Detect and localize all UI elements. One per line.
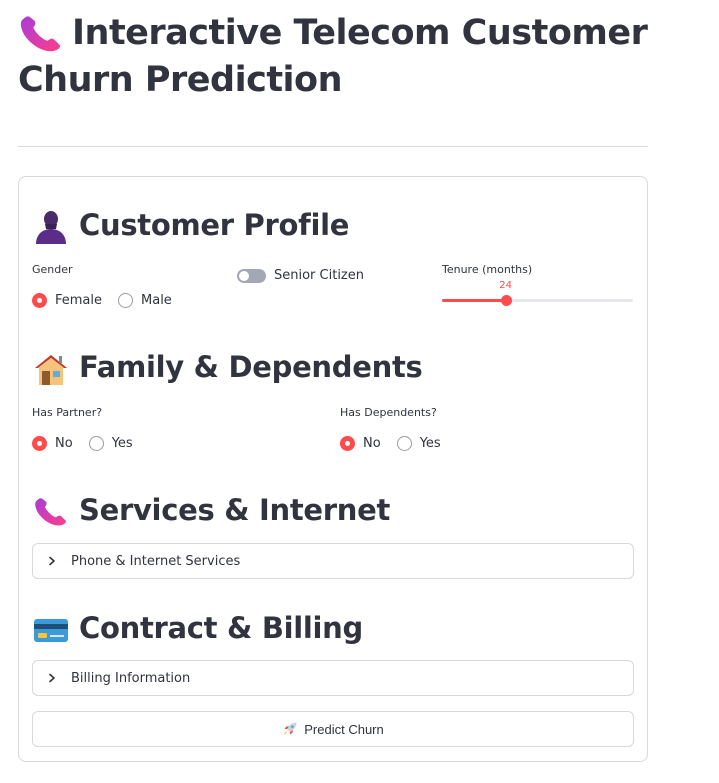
radio-selected-icon — [32, 293, 47, 308]
page-title-text: Interactive Telecom Customer Churn Predi… — [18, 13, 648, 100]
billing-information-label: Billing Information — [71, 670, 191, 686]
slider-fill — [442, 299, 506, 302]
phone-internet-services-expander[interactable]: Phone & Internet Services — [32, 543, 634, 579]
radio-empty-icon — [118, 293, 134, 308]
customer-profile-heading: Customer Profile — [33, 205, 349, 245]
toggle-track — [237, 268, 266, 283]
has-dependents-label: Has Dependents? — [340, 406, 437, 419]
has-partner-label: Has Partner? — [32, 406, 103, 419]
chevron-right-icon — [47, 556, 63, 566]
chevron-right-icon — [47, 673, 63, 683]
tenure-slider[interactable] — [442, 294, 633, 306]
dependents-option-yes[interactable]: Yes — [396, 436, 441, 451]
phone-internet-services-label: Phone & Internet Services — [71, 553, 241, 569]
dependents-radio-group: No Yes — [340, 436, 441, 451]
senior-citizen-label: Senior Citizen — [274, 268, 364, 283]
partner-option-no[interactable]: No — [32, 436, 73, 451]
contract-billing-heading: Contract & Billing — [33, 608, 363, 648]
person-silhouette-icon — [33, 210, 69, 244]
title-divider — [18, 146, 648, 147]
radio-empty-icon — [88, 436, 104, 451]
radio-selected-icon — [340, 436, 355, 451]
predict-churn-label: Predict Churn — [304, 721, 384, 737]
telephone-receiver-icon — [18, 14, 64, 54]
credit-card-icon — [33, 613, 69, 647]
house-icon — [33, 352, 69, 386]
gender-option-male[interactable]: Male — [118, 293, 172, 308]
radio-empty-icon — [396, 436, 412, 451]
telephone-receiver-icon — [33, 495, 69, 529]
billing-information-expander[interactable]: Billing Information — [32, 660, 634, 696]
gender-radio-group: Female Male — [32, 293, 172, 308]
services-internet-heading: Services & Internet — [33, 490, 390, 530]
prediction-form: Customer Profile Gender Female Male Seni… — [18, 176, 648, 762]
gender-option-female[interactable]: Female — [32, 293, 102, 308]
predict-churn-button[interactable]: Predict Churn — [32, 711, 634, 747]
page-title: Interactive Telecom Customer Churn Predi… — [18, 10, 648, 104]
family-dependents-title: Family & Dependents — [79, 350, 423, 384]
contract-billing-title: Contract & Billing — [79, 611, 363, 645]
radio-selected-icon — [32, 436, 47, 451]
tenure-label: Tenure (months) — [442, 263, 533, 276]
dependents-option-no[interactable]: No — [340, 436, 381, 451]
senior-citizen-toggle[interactable]: Senior Citizen — [237, 268, 364, 283]
rocket-icon — [282, 721, 298, 737]
family-dependents-heading: Family & Dependents — [33, 347, 423, 387]
partner-radio-group: No Yes — [32, 436, 133, 451]
tenure-value: 24 — [499, 280, 513, 291]
customer-profile-title: Customer Profile — [79, 208, 350, 242]
slider-thumb[interactable] — [500, 295, 512, 306]
services-internet-title: Services & Internet — [79, 493, 391, 527]
partner-option-yes[interactable]: Yes — [88, 436, 133, 451]
gender-label: Gender — [32, 263, 73, 276]
